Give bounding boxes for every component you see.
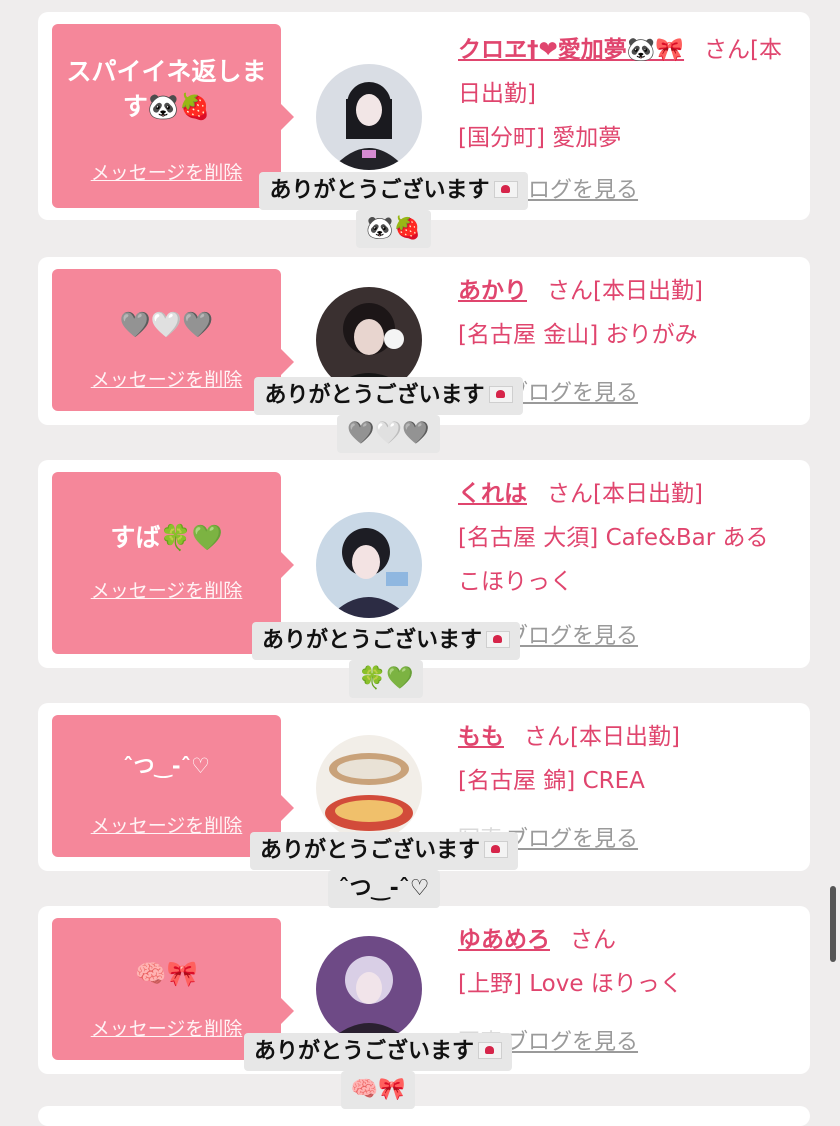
caption-emoji: 🍀💚 — [348, 660, 424, 698]
caption-thanks: ありがとうございます — [259, 838, 480, 863]
envelope-heart-icon — [488, 386, 513, 403]
avatar[interactable] — [316, 64, 422, 170]
message-list: スパイイネ返します🐼🍓 メッセージを削除 クロヱ†❤愛加夢🐼🎀 さん[本日出勤] … — [0, 0, 840, 1126]
sender-name-link[interactable]: もも — [458, 724, 504, 750]
sender-info: あかり さん[本日出勤] [名古屋 金山] おりがみ — [458, 269, 788, 357]
avatar[interactable] — [316, 512, 422, 618]
sender-info: くれは さん[本日出勤] [名古屋 大須] Cafe&Bar あるこほりっく — [458, 472, 788, 604]
caption-line: ありがとうございます — [254, 377, 523, 415]
caption-line: ありがとうございます — [251, 622, 520, 660]
sender-info: もも さん[本日出勤] [名古屋 錦] CREA — [458, 715, 788, 803]
envelope-heart-icon — [486, 631, 510, 648]
message-text: ˆつ‿-ˆ♡ — [123, 754, 210, 778]
caption-thanks: ありがとうございます — [269, 178, 490, 203]
caption-line: ありがとうございます — [259, 172, 528, 210]
caption-emoji: 🐼🍓 — [356, 210, 431, 248]
sender-status: さん[本日出勤] — [547, 481, 703, 507]
envelope-heart-icon — [484, 841, 508, 858]
sender-status: さん — [570, 927, 616, 953]
avatar[interactable] — [316, 735, 422, 841]
message-text: スパイイネ返します🐼🍓 — [66, 57, 267, 121]
reply-caption: ありがとうございます 🧠🎀 — [220, 1033, 536, 1109]
sender-name-link[interactable]: ゆあめろ — [458, 927, 550, 953]
sender-name-link[interactable]: あかり — [458, 278, 527, 304]
sender-location: [上野] Love ほりっく — [458, 971, 683, 997]
delete-message-link[interactable]: メッセージを削除 — [52, 576, 281, 603]
message-text: 🧠🎀 — [135, 959, 198, 988]
caption-emoji: 🩶🤍🩶 — [337, 415, 440, 453]
sender-name-link[interactable]: くれは — [458, 481, 527, 507]
caption-thanks: ありがとうございます — [264, 383, 485, 408]
envelope-heart-icon — [478, 1042, 502, 1059]
caption-emoji: 🧠🎀 — [340, 1071, 416, 1109]
reply-caption: ありがとうございます 🐼🍓 — [236, 172, 551, 248]
sender-location: [名古屋 錦] CREA — [458, 768, 645, 794]
sender-info: ゆあめろ さん [上野] Love ほりっく — [458, 918, 788, 1006]
avatar[interactable] — [316, 936, 422, 1042]
caption-thanks: ありがとうございます — [261, 628, 482, 653]
sender-status: さん[本日出勤] — [547, 278, 703, 304]
caption-thanks: ありがとうございます — [253, 1039, 474, 1064]
reply-caption: ありがとうございます ˆつ‿-ˆ♡ — [226, 832, 542, 908]
caption-emoji: ˆつ‿-ˆ♡ — [328, 870, 440, 908]
sender-location: [名古屋 金山] おりがみ — [458, 322, 698, 348]
reply-caption: ありがとうございます 🩶🤍🩶 — [230, 377, 547, 453]
sender-status: さん[本日出勤] — [524, 724, 680, 750]
reply-caption: ありがとうございます 🍀💚 — [227, 622, 545, 698]
sender-location: [国分町] 愛加夢 — [458, 125, 622, 151]
caption-line: ありがとうございます — [243, 1033, 512, 1071]
scrollbar[interactable] — [830, 886, 836, 962]
message-text: 🩶🤍🩶 — [119, 310, 214, 339]
sender-name-link[interactable]: クロヱ†❤愛加夢🐼🎀 — [458, 37, 684, 63]
envelope-heart-icon — [493, 181, 518, 198]
sender-location: [名古屋 大須] Cafe&Bar あるこほりっく — [458, 525, 769, 595]
message-card-partial — [38, 1106, 810, 1126]
sender-info: クロヱ†❤愛加夢🐼🎀 さん[本日出勤] [国分町] 愛加夢 — [458, 28, 788, 160]
message-text: すば🍀💚 — [110, 523, 223, 552]
caption-line: ありがとうございます — [249, 832, 518, 870]
